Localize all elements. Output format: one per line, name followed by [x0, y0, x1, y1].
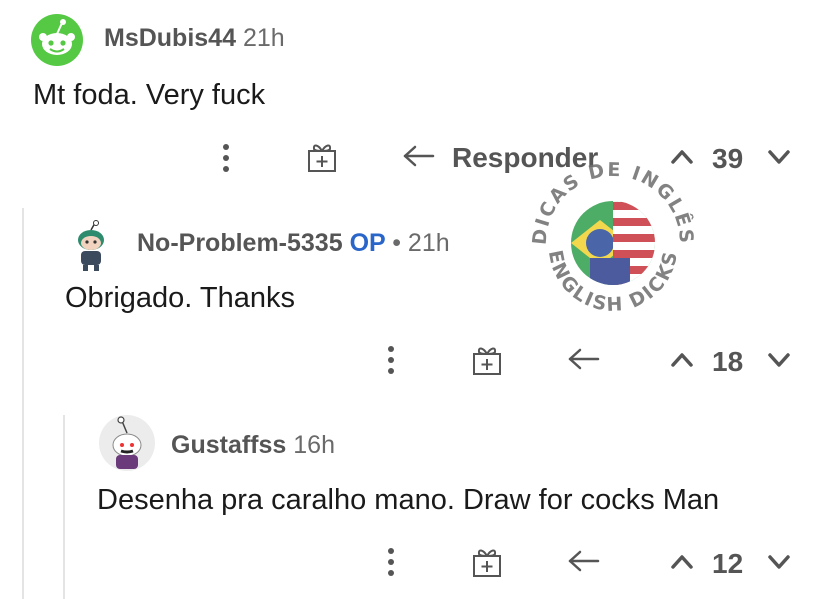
more-options-icon[interactable] — [219, 143, 233, 173]
snoo-character-icon — [112, 416, 142, 469]
username[interactable]: Gustaffss — [171, 431, 286, 459]
comment-body: Obrigado. Thanks — [65, 282, 295, 314]
timestamp: 21h — [242, 24, 285, 52]
username[interactable]: No-Problem-5335 — [137, 229, 343, 257]
vote-score: 39 — [712, 143, 744, 174]
comment-author[interactable]: Gustaffss 16h — [171, 431, 335, 460]
upvote-icon[interactable] — [670, 553, 694, 571]
reply-arrow-icon[interactable] — [402, 144, 436, 170]
comment-body: Mt foda. Very fuck — [33, 79, 266, 111]
comment-body: Desenha pra caralho mano. Draw for cocks… — [97, 484, 720, 516]
comment-author[interactable]: No-Problem-5335 OP • 21h — [137, 229, 450, 258]
timestamp: 21h — [407, 229, 450, 257]
downvote-icon[interactable] — [767, 553, 791, 571]
avatar[interactable] — [31, 14, 83, 66]
reply-arrow-icon[interactable] — [567, 347, 601, 373]
username[interactable]: MsDubis44 — [104, 24, 236, 52]
award-gift-icon[interactable] — [305, 140, 339, 174]
timestamp: 16h — [293, 431, 335, 459]
avatar[interactable] — [99, 415, 155, 471]
flag-globe — [571, 201, 655, 285]
dicas-de-ingles-watermark-logo: DICAS DE INGLÊS ENGLISH DICKS — [529, 159, 696, 316]
reply-arrow-icon[interactable] — [567, 549, 601, 575]
thread-line-level-1[interactable] — [22, 208, 24, 599]
more-options-icon[interactable] — [384, 345, 398, 375]
more-options-icon[interactable] — [384, 547, 398, 577]
thread-line-level-2[interactable] — [63, 415, 65, 599]
op-badge: OP — [349, 229, 386, 257]
vote-score: 18 — [712, 346, 744, 377]
separator-dot: • — [392, 229, 401, 257]
snoo-avatar-icon — [39, 19, 75, 55]
downvote-icon[interactable] — [767, 351, 791, 369]
snoo-character-icon — [78, 220, 104, 271]
downvote-icon[interactable] — [767, 148, 791, 166]
comment-author[interactable]: MsDubis44 21h — [104, 24, 285, 53]
vote-score: 12 — [712, 548, 744, 579]
upvote-icon[interactable] — [670, 351, 694, 369]
award-gift-icon[interactable] — [470, 545, 504, 579]
award-gift-icon[interactable] — [470, 343, 504, 377]
avatar[interactable] — [73, 220, 109, 272]
